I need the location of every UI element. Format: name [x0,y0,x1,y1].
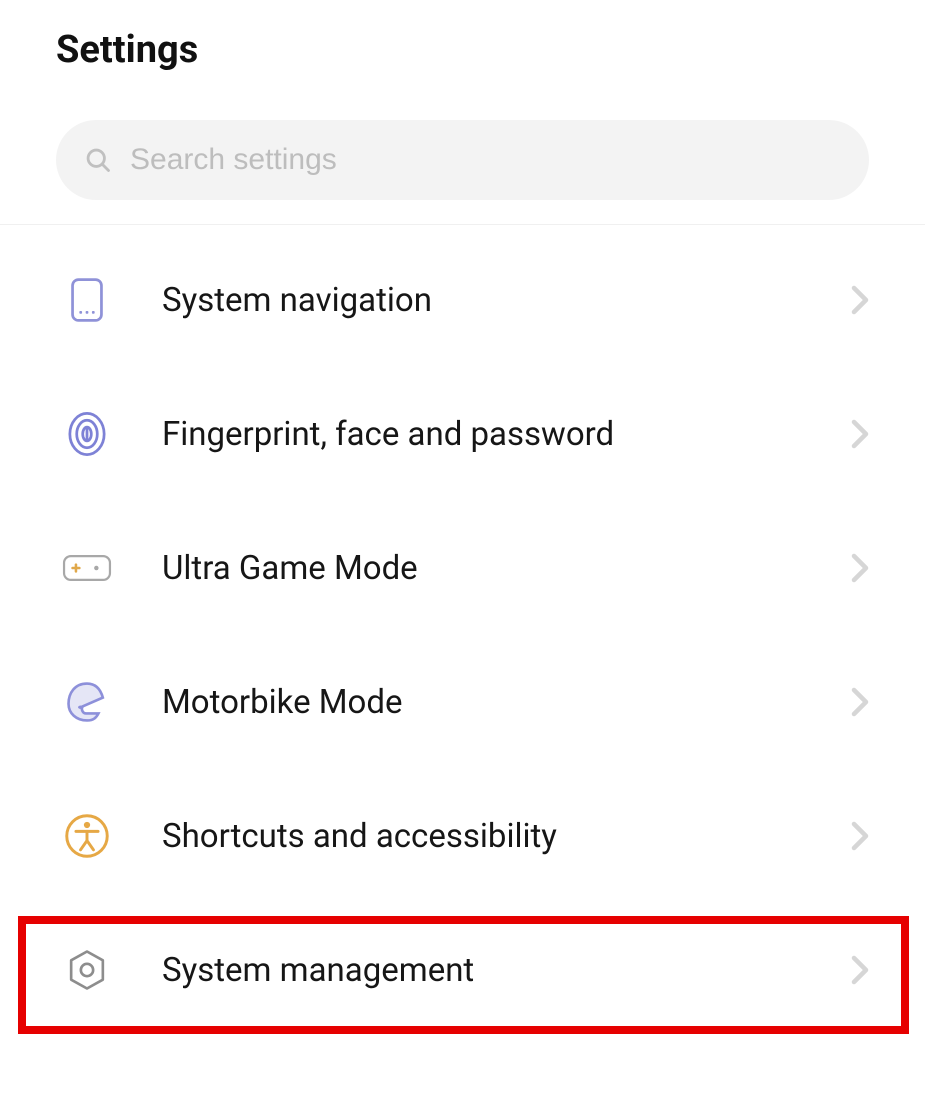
fingerprint-icon [60,407,114,461]
chevron-right-icon [851,285,869,315]
gamepad-icon [60,541,114,595]
helmet-icon [60,675,114,729]
search-container [0,72,925,224]
settings-page: Settings System navigation [0,0,925,1102]
chevron-right-icon [851,687,869,717]
search-icon [84,146,112,174]
settings-list: System navigation Fingerprint, face and … [0,225,925,1037]
accessibility-icon [60,809,114,863]
row-motorbike-mode[interactable]: Motorbike Mode [0,635,925,769]
row-system-navigation[interactable]: System navigation [0,233,925,367]
chevron-right-icon [851,955,869,985]
row-label: Motorbike Mode [162,683,851,722]
chevron-right-icon [851,553,869,583]
row-fingerprint-face-password[interactable]: Fingerprint, face and password [0,367,925,501]
phone-nav-icon [60,273,114,327]
row-shortcuts-accessibility[interactable]: Shortcuts and accessibility [0,769,925,903]
row-ultra-game-mode[interactable]: Ultra Game Mode [0,501,925,635]
search-input[interactable] [130,143,841,177]
row-label: System management [162,951,851,990]
search-field[interactable] [56,120,869,200]
row-system-management[interactable]: System management [0,903,925,1037]
row-label: Fingerprint, face and password [162,415,851,454]
row-label: Shortcuts and accessibility [162,817,851,856]
chevron-right-icon [851,419,869,449]
chevron-right-icon [851,821,869,851]
row-label: Ultra Game Mode [162,549,851,588]
row-label: System navigation [162,281,851,320]
gear-hex-icon [60,943,114,997]
page-title: Settings [0,0,925,72]
